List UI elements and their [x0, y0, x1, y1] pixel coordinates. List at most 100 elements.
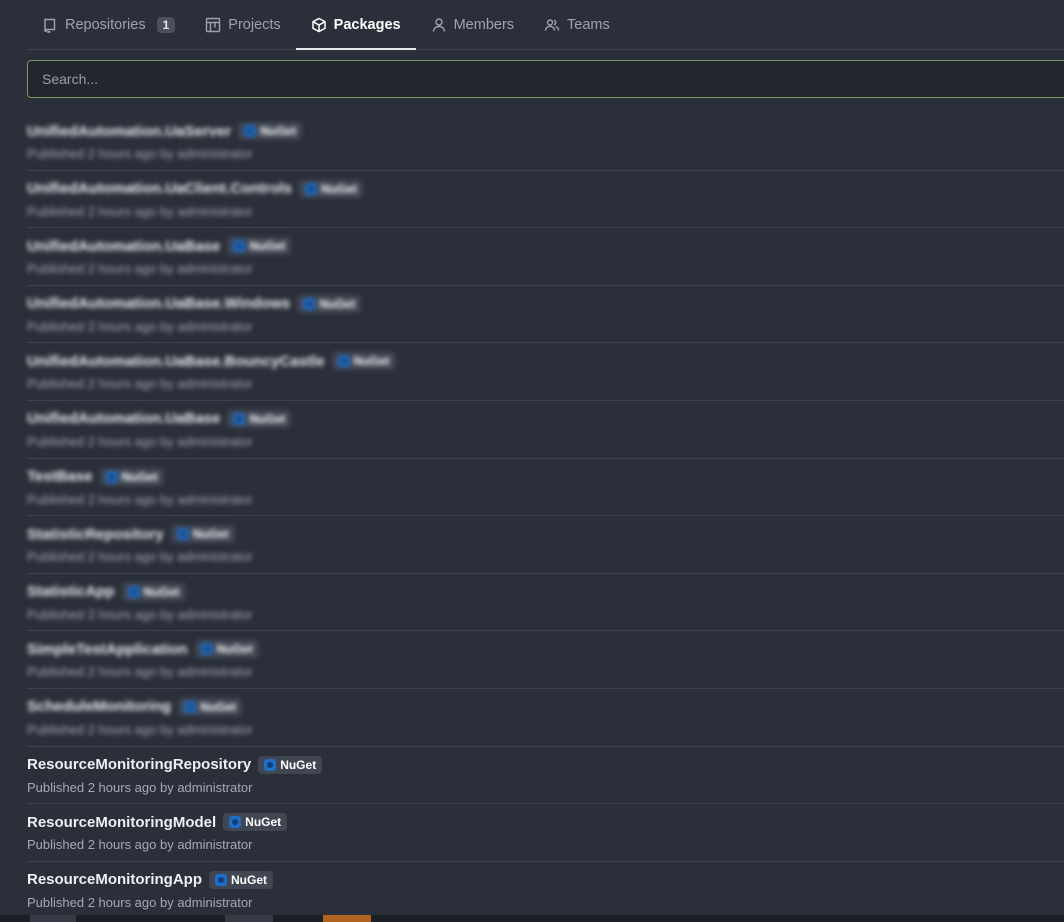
- package-title-line: UnifiedAutomation.UaBase NuGet: [27, 235, 1064, 257]
- nuget-icon: [184, 700, 197, 713]
- tab-label: Projects: [228, 16, 281, 33]
- package-name-link[interactable]: StatisticApp: [27, 583, 115, 600]
- package-type-badge: NuGet: [178, 697, 243, 716]
- package-type-label: NuGet: [231, 872, 267, 887]
- package-row: UnifiedAutomation.UaServer NuGet Published…: [27, 113, 1064, 171]
- count-badge: 1: [156, 16, 176, 33]
- project-icon: [205, 17, 221, 33]
- package-name-link[interactable]: TestBase: [27, 468, 93, 485]
- package-type-badge: NuGet: [258, 755, 323, 774]
- package-meta: Published 2 hours ago by administrator: [27, 837, 253, 853]
- package-type-badge: NuGet: [238, 122, 303, 140]
- nuget-icon: [233, 240, 246, 253]
- package-row: UnifiedAutomation.UaClient.Controls NuGet…: [27, 171, 1064, 229]
- package-title-line: ResourceMonitoringRepository NuGet: [27, 754, 1064, 776]
- package-name-link[interactable]: UnifiedAutomation.UaBase: [27, 410, 220, 427]
- package-type-badge: NuGet: [170, 525, 235, 544]
- tab-label: Packages: [333, 16, 401, 33]
- package-type-label: NuGet: [321, 181, 357, 196]
- tab-label: Members: [453, 16, 515, 33]
- package-meta: Published 2 hours ago by administrator: [27, 261, 253, 277]
- package-name-link[interactable]: SimpleTestApplication: [27, 641, 188, 658]
- bottom-scroll-strip: [0, 915, 1064, 922]
- package-name-link[interactable]: UnifiedAutomation.UaServer: [27, 123, 231, 140]
- package-type-badge: NuGet: [121, 582, 186, 601]
- package-row: UnifiedAutomation.UaBase.Windows NuGet Pub…: [27, 286, 1064, 344]
- package-type-label: NuGet: [249, 411, 286, 426]
- package-type-label: NuGet: [143, 584, 180, 599]
- package-type-badge: NuGet: [209, 870, 273, 889]
- package-type-badge: NuGet: [299, 179, 363, 198]
- package-type-label: NuGet: [200, 699, 237, 714]
- package-row: ScheduleMonitoring NuGet Published 2 hours…: [27, 689, 1064, 747]
- package-row: SimpleTestApplication NuGet Published 2 ho…: [27, 631, 1064, 689]
- package-meta: Published 2 hours ago by administrator: [27, 606, 253, 622]
- package-type-badge: NuGet: [227, 237, 292, 256]
- search-box: [27, 60, 1064, 98]
- package-name-link[interactable]: ResourceMonitoringModel: [27, 814, 216, 831]
- package-icon: [311, 17, 327, 33]
- package-type-label: NuGet: [280, 757, 317, 772]
- package-row: UnifiedAutomation.UaBase NuGet Published 2…: [27, 401, 1064, 459]
- package-meta: Published 2 hours ago by administrator: [27, 549, 253, 565]
- package-row: ResourceMonitoringApp NuGet Published 2 ho…: [27, 862, 1064, 920]
- package-type-badge: NuGet: [331, 352, 396, 371]
- package-title-line: StatisticApp NuGet: [27, 581, 1064, 603]
- package-row: StatisticRepository NuGet Published 2 hour…: [27, 516, 1064, 574]
- package-type-badge: NuGet: [223, 813, 288, 832]
- tab-teams[interactable]: Teams: [529, 0, 625, 49]
- tab-label: Teams: [567, 16, 610, 33]
- package-type-label: NuGet: [353, 354, 390, 369]
- package-title-line: UnifiedAutomation.UaServer NuGet: [27, 120, 1064, 142]
- package-title-line: UnifiedAutomation.UaBase.BouncyCastle NuG…: [27, 350, 1064, 372]
- package-name-link[interactable]: UnifiedAutomation.UaBase.BouncyCastle: [27, 353, 325, 370]
- tab-projects[interactable]: Projects: [190, 0, 295, 49]
- repo-icon: [42, 17, 58, 33]
- package-title-line: SimpleTestApplication NuGet: [27, 638, 1064, 660]
- person-icon: [431, 17, 447, 33]
- nuget-icon: [303, 297, 316, 310]
- nuget-icon: [337, 355, 350, 368]
- nuget-icon: [105, 470, 118, 483]
- package-type-badge: NuGet: [227, 409, 292, 428]
- nuget-icon: [229, 816, 242, 829]
- package-meta: Published 2 hours ago by administrator: [27, 721, 253, 737]
- nuget-icon: [305, 182, 317, 195]
- package-meta: Published 2 hours ago by administrator: [27, 491, 253, 507]
- package-row: ResourceMonitoringModel NuGet Published 2 …: [27, 804, 1064, 862]
- nuget-icon: [233, 412, 246, 425]
- package-title-line: ResourceMonitoringModel NuGet: [27, 811, 1064, 833]
- package-name-link[interactable]: ResourceMonitoringApp: [27, 871, 202, 888]
- package-title-line: UnifiedAutomation.UaBase NuGet: [27, 408, 1064, 430]
- nuget-icon: [200, 643, 213, 656]
- package-name-link[interactable]: UnifiedAutomation.UaClient.Controls: [27, 180, 292, 197]
- package-name-link[interactable]: UnifiedAutomation.UaBase.Windows: [27, 295, 290, 312]
- package-type-label: NuGet: [192, 527, 229, 542]
- package-title-line: UnifiedAutomation.UaClient.Controls NuGet: [27, 178, 1064, 200]
- package-list: UnifiedAutomation.UaServer NuGet Published…: [27, 113, 1064, 920]
- package-meta: Published 2 hours ago by administrator: [27, 203, 253, 219]
- package-row: UnifiedAutomation.UaBase.BouncyCastle NuG…: [27, 343, 1064, 401]
- tab-members[interactable]: Members: [416, 0, 529, 49]
- package-row: TestBase NuGet Published 2 hours ago by ad…: [27, 459, 1064, 517]
- package-name-link[interactable]: UnifiedAutomation.UaBase: [27, 238, 220, 255]
- package-name-link[interactable]: ScheduleMonitoring: [27, 698, 171, 715]
- package-name-link[interactable]: ResourceMonitoringRepository: [27, 756, 251, 773]
- nuget-icon: [176, 528, 189, 541]
- tab-repositories[interactable]: Repositories 1: [27, 0, 190, 49]
- search-input[interactable]: [28, 61, 1064, 97]
- nuget-icon: [244, 125, 257, 137]
- package-title-line: ScheduleMonitoring NuGet: [27, 696, 1064, 718]
- package-type-label: NuGet: [216, 642, 253, 657]
- package-type-badge: NuGet: [194, 640, 259, 659]
- package-type-badge: NuGet: [99, 467, 164, 486]
- package-row: UnifiedAutomation.UaBase NuGet Published 2…: [27, 228, 1064, 286]
- tab-bar: Repositories 1 Projects Packages Members…: [27, 0, 1064, 50]
- package-row: StatisticApp NuGet Published 2 hours ago b…: [27, 574, 1064, 632]
- package-meta: Published 2 hours ago by administrator: [27, 779, 253, 795]
- package-meta: Published 2 hours ago by administrator: [27, 146, 253, 161]
- package-name-link[interactable]: StatisticRepository: [27, 526, 164, 543]
- tab-packages[interactable]: Packages: [295, 0, 416, 50]
- package-type-label: NuGet: [260, 124, 297, 138]
- package-title-line: ResourceMonitoringApp NuGet: [27, 869, 1064, 891]
